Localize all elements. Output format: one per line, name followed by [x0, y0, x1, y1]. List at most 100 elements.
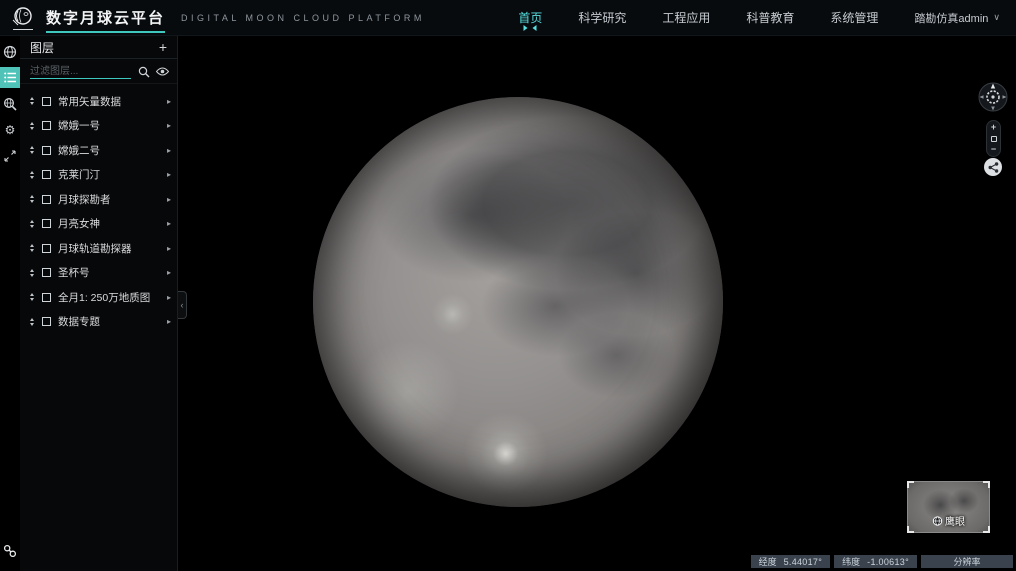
globe-icon[interactable] [0, 41, 20, 62]
resolution-label: 分辨率 [953, 557, 981, 567]
layers-panel-title: 图层 [30, 40, 55, 55]
app-logo [4, 6, 42, 30]
moon-viewport[interactable] [179, 36, 1016, 571]
drag-handle-icon[interactable] [28, 317, 36, 326]
layer-checkbox[interactable] [42, 194, 51, 204]
share-icon [988, 161, 998, 173]
title-underline [46, 31, 166, 33]
layer-row[interactable]: 数据专题 ▸ [20, 310, 177, 335]
add-layer-button[interactable]: + [159, 40, 167, 54]
longitude-value: 5.44017° [783, 556, 823, 567]
layer-row[interactable]: 月球轨道勘探器 ▸ [20, 236, 177, 261]
expand-icon[interactable] [0, 145, 20, 166]
drag-handle-icon[interactable] [28, 293, 36, 302]
minimap-label-wrap: 鹰眼 [932, 513, 965, 528]
chevron-right-icon[interactable]: ▸ [167, 121, 171, 130]
nav-item-engineering[interactable]: 工程应用 [662, 9, 710, 26]
layer-checkbox[interactable] [42, 170, 51, 180]
nav-item-system[interactable]: 系统管理 [830, 9, 878, 26]
drag-handle-icon[interactable] [28, 219, 36, 228]
chevron-right-icon[interactable]: ▸ [167, 219, 171, 228]
logo-underline [13, 28, 33, 30]
chevron-right-icon[interactable]: ▸ [167, 317, 171, 326]
minimap-label: 鹰眼 [945, 517, 965, 528]
chevron-right-icon[interactable]: ▸ [167, 268, 171, 277]
layer-label: 全月1: 250万地质图 [58, 291, 151, 304]
minimap-corner-bracket [907, 526, 914, 533]
chevron-right-icon[interactable]: ▸ [167, 195, 171, 204]
latitude-value: -1.00613° [867, 556, 909, 567]
active-nav-indicator [523, 25, 537, 31]
status-bar: 经度 5.44017° 纬度 -1.00613° 分辨率 [750, 555, 1013, 568]
layer-label: 克莱门汀 [58, 169, 100, 182]
search-icon[interactable] [137, 65, 150, 78]
share-button[interactable] [984, 158, 1002, 176]
user-menu[interactable]: 踏勘仿真admin ∨ [914, 10, 1000, 26]
chevron-right-icon[interactable]: ▸ [167, 170, 171, 179]
layer-checkbox[interactable] [42, 268, 51, 278]
layer-row[interactable]: 嫦娥一号 ▸ [20, 114, 177, 139]
zoom-control[interactable]: + − [986, 120, 1001, 157]
layer-label: 月球探勘者 [58, 193, 111, 206]
layer-row[interactable]: 克莱门汀 ▸ [20, 163, 177, 188]
layer-row[interactable]: 全月1: 250万地质图 ▸ [20, 285, 177, 310]
nav-item-home[interactable]: 首页 [518, 9, 543, 31]
zoom-reset-button[interactable] [990, 135, 997, 142]
drag-handle-icon[interactable] [28, 146, 36, 155]
drag-handle-icon[interactable] [28, 268, 36, 277]
layer-row[interactable]: 月亮女神 ▸ [20, 212, 177, 237]
chevron-right-icon[interactable]: ▸ [167, 244, 171, 253]
minimap-corner-bracket [983, 481, 990, 488]
main-nav: 首页 科学研究 工程应用 科普教育 系统管理 踏勘仿真admin ∨ [518, 9, 1016, 31]
chevron-right-icon[interactable]: ▸ [167, 97, 171, 106]
resolution-button[interactable]: 分辨率 [921, 555, 1013, 568]
minimap-corner-bracket [983, 526, 990, 533]
layer-row[interactable]: 常用矢量数据 ▸ [20, 89, 177, 114]
moon-globe[interactable] [313, 97, 723, 507]
layers-panel: 图层 + 常用矢量数据 ▸ [20, 36, 178, 571]
settings-icon[interactable]: ⚙ [0, 119, 20, 140]
longitude-label: 经度 [758, 557, 777, 567]
layer-list: 常用矢量数据 ▸ 嫦娥一号 ▸ 嫦娥二号 ▸ 克莱门汀 ▸ 月球探勘者 ▸ 月亮… [20, 84, 177, 334]
nav-item-education[interactable]: 科普教育 [746, 9, 794, 26]
icon-rail: ⚙ [0, 36, 20, 571]
drag-handle-icon[interactable] [28, 244, 36, 253]
zoom-in-button[interactable]: + [991, 123, 996, 132]
latitude-label: 纬度 [842, 557, 861, 567]
layers-panel-header: 图层 + [20, 36, 177, 59]
latitude-readout: 纬度 -1.00613° [834, 555, 917, 568]
layer-filter-row [20, 59, 177, 84]
drag-handle-icon[interactable] [28, 121, 36, 130]
link-icon[interactable] [0, 540, 20, 561]
layer-checkbox[interactable] [42, 145, 51, 155]
nav-item-label: 首页 [518, 11, 543, 25]
compass-navigation[interactable] [978, 82, 1008, 112]
layer-checkbox[interactable] [42, 219, 51, 229]
nav-item-science[interactable]: 科学研究 [578, 9, 626, 26]
layer-checkbox[interactable] [42, 121, 51, 131]
layer-label: 月亮女神 [58, 218, 100, 231]
layer-checkbox[interactable] [42, 96, 51, 106]
layer-list-icon[interactable] [0, 67, 20, 88]
drag-handle-icon[interactable] [28, 170, 36, 179]
chevron-right-icon[interactable]: ▸ [167, 146, 171, 155]
layer-row[interactable]: 嫦娥二号 ▸ [20, 138, 177, 163]
eye-icon[interactable] [156, 65, 169, 78]
top-header: 数字月球云平台 DIGITAL MOON CLOUD PLATFORM 首页 科… [0, 0, 1016, 36]
page-title: 数字月球云平台 [46, 10, 166, 27]
search-globe-icon[interactable] [0, 93, 20, 114]
layer-row[interactable]: 月球探勘者 ▸ [20, 187, 177, 212]
drag-handle-icon[interactable] [28, 97, 36, 106]
layer-checkbox[interactable] [42, 243, 51, 253]
panel-collapse-handle[interactable]: ‹ [178, 291, 187, 319]
zoom-out-button[interactable]: − [991, 145, 996, 154]
overview-minimap[interactable]: 鹰眼 [907, 481, 990, 533]
layer-filter-input[interactable] [30, 64, 131, 79]
user-name: 踏勘仿真admin [914, 12, 989, 25]
layer-checkbox[interactable] [42, 317, 51, 327]
layer-row[interactable]: 圣杯号 ▸ [20, 261, 177, 286]
layer-checkbox[interactable] [42, 292, 51, 302]
chevron-right-icon[interactable]: ▸ [167, 293, 171, 302]
page-subtitle: DIGITAL MOON CLOUD PLATFORM [181, 12, 425, 23]
drag-handle-icon[interactable] [28, 195, 36, 204]
